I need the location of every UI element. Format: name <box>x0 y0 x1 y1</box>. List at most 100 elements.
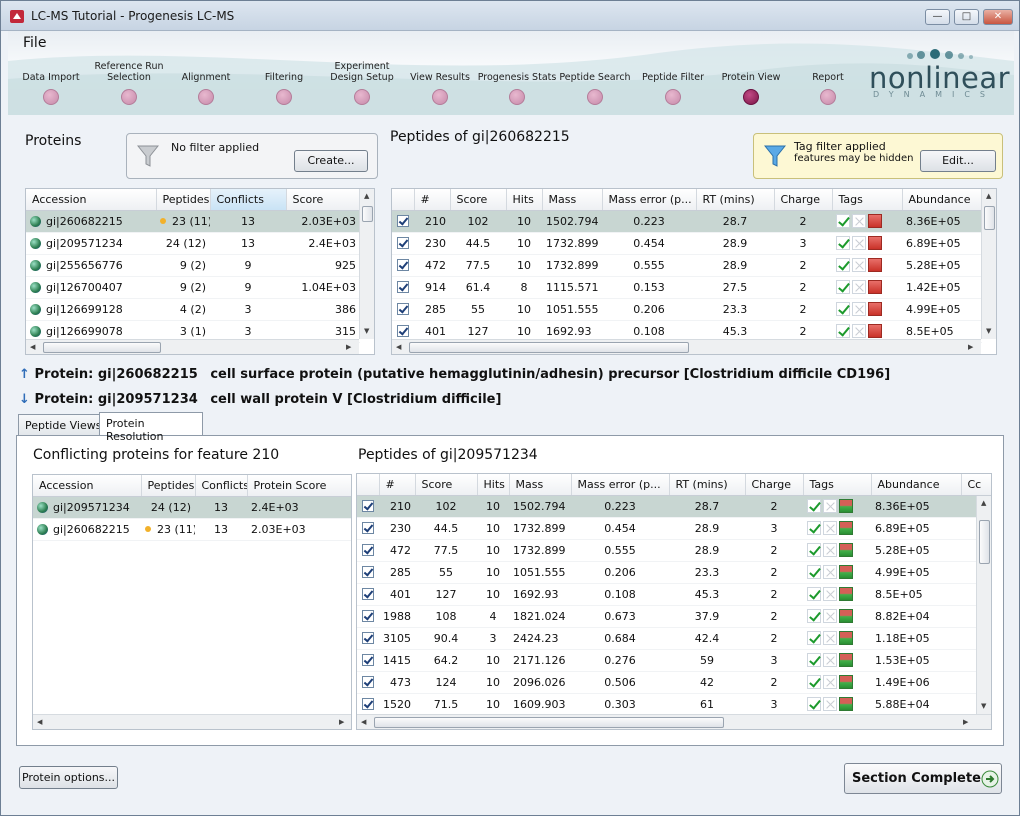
check-tag-icon[interactable] <box>807 609 821 623</box>
column-header[interactable]: Hits <box>477 474 510 496</box>
table-row[interactable]: gi|126699128 4 (2) 3 386 <box>26 298 360 321</box>
color-tag-icon[interactable] <box>839 543 853 557</box>
minimize-button[interactable]: — <box>925 9 950 25</box>
row-checkbox[interactable] <box>362 521 374 534</box>
column-header[interactable]: Tags <box>832 189 903 211</box>
column-header[interactable]: Charge <box>774 189 833 211</box>
row-checkbox[interactable] <box>397 214 409 227</box>
row-checkbox[interactable] <box>362 609 374 622</box>
check-tag-icon[interactable] <box>836 236 850 250</box>
column-header[interactable]: # <box>414 189 451 211</box>
lower-peptides-vscrollbar[interactable]: ▲ ▼ <box>976 496 991 714</box>
column-header[interactable]: Score <box>450 189 507 211</box>
proteins-vscrollbar[interactable]: ▲ ▼ <box>359 189 374 339</box>
column-header[interactable]: Cc <box>961 474 991 496</box>
row-checkbox[interactable] <box>362 631 374 644</box>
table-row[interactable]: gi|209571234 24 (12) 13 2.4E+03 <box>26 232 360 255</box>
cross-tag-icon[interactable] <box>823 609 837 623</box>
check-tag-icon[interactable] <box>836 324 850 338</box>
cross-tag-icon[interactable] <box>823 499 837 513</box>
workflow-step-dot[interactable] <box>820 89 836 105</box>
column-header[interactable]: Mass error (p... <box>602 189 697 211</box>
protein-options-button[interactable]: Protein options... <box>19 766 118 789</box>
table-row[interactable]: 472 77.5 10 1732.899 0.555 28.9 2 5.28E+05 <box>357 539 991 562</box>
column-header[interactable]: Accession <box>26 189 157 211</box>
cross-tag-icon[interactable] <box>823 653 837 667</box>
color-tag-icon[interactable] <box>839 631 853 645</box>
table-row[interactable]: 1988 108 4 1821.024 0.673 37.9 2 8.82E+04 <box>357 605 991 628</box>
color-tag-icon[interactable] <box>839 609 853 623</box>
column-header[interactable]: Tags <box>803 474 872 496</box>
column-header[interactable]: Mass <box>542 189 603 211</box>
workflow-step-dot[interactable] <box>509 89 525 105</box>
check-tag-icon[interactable] <box>836 280 850 294</box>
peptides-vscroll-thumb[interactable] <box>984 206 995 230</box>
workflow-step-dot[interactable] <box>354 89 370 105</box>
check-tag-icon[interactable] <box>836 302 850 316</box>
color-tag-icon[interactable] <box>868 214 882 228</box>
tab-protein-resolution[interactable]: Protein Resolution <box>99 412 203 443</box>
lower-peptides-hscrollbar[interactable]: ◀ ▶ <box>357 714 991 729</box>
workflow-step-dot[interactable] <box>121 89 137 105</box>
column-header[interactable]: Charge <box>745 474 804 496</box>
color-tag-icon[interactable] <box>868 280 882 294</box>
workflow-step-dot[interactable] <box>587 89 603 105</box>
check-tag-icon[interactable] <box>807 521 821 535</box>
column-header[interactable]: Score <box>415 474 478 496</box>
color-tag-icon[interactable] <box>839 521 853 535</box>
peptides-vscrollbar[interactable]: ▲ ▼ <box>981 189 996 339</box>
section-complete-button[interactable]: Section Complete <box>844 763 1002 794</box>
table-row[interactable]: 230 44.5 10 1732.899 0.454 28.9 3 6.89E+05 <box>357 517 991 540</box>
row-checkbox[interactable] <box>362 675 374 688</box>
row-checkbox[interactable] <box>362 499 374 512</box>
cross-tag-icon[interactable] <box>823 631 837 645</box>
check-tag-icon[interactable] <box>807 587 821 601</box>
cross-tag-icon[interactable] <box>823 697 837 711</box>
color-tag-icon[interactable] <box>868 302 882 316</box>
conflicting-hscrollbar[interactable]: ◀ ▶ <box>33 714 351 729</box>
check-tag-icon[interactable] <box>807 675 821 689</box>
color-tag-icon[interactable] <box>868 324 882 338</box>
cross-tag-icon[interactable] <box>852 214 866 228</box>
color-tag-icon[interactable] <box>868 236 882 250</box>
check-tag-icon[interactable] <box>807 499 821 513</box>
workflow-step-label[interactable]: Progenesis Stats <box>472 72 562 83</box>
cross-tag-icon[interactable] <box>823 565 837 579</box>
color-tag-icon[interactable] <box>868 258 882 272</box>
edit-tag-filter-button[interactable]: Edit... <box>920 150 996 172</box>
workflow-step-dot[interactable] <box>743 89 759 105</box>
column-header[interactable]: Abundance <box>902 189 983 211</box>
file-menu[interactable]: File <box>23 35 46 51</box>
table-row[interactable]: 401 127 10 1692.93 0.108 45.3 2 8.5E+05 <box>357 583 991 606</box>
check-tag-icon[interactable] <box>807 653 821 667</box>
workflow-step-dot[interactable] <box>198 89 214 105</box>
color-tag-icon[interactable] <box>839 587 853 601</box>
workflow-step-label[interactable]: Alignment <box>161 72 251 83</box>
workflow-step-dot[interactable] <box>665 89 681 105</box>
table-row[interactable]: 230 44.5 10 1732.899 0.454 28.9 3 6.89E+05 <box>392 232 982 255</box>
check-tag-icon[interactable] <box>807 543 821 557</box>
check-tag-icon[interactable] <box>807 697 821 711</box>
column-header[interactable]: RT (mins) <box>669 474 746 496</box>
workflow-step-label[interactable]: Filtering <box>239 72 329 83</box>
table-row[interactable]: gi|260682215 23 (11) 13 2.03E+03 <box>26 210 360 233</box>
column-header[interactable]: Peptides <box>156 189 211 211</box>
color-tag-icon[interactable] <box>839 499 853 513</box>
proteins-vscroll-thumb[interactable] <box>362 206 373 222</box>
cross-tag-icon[interactable] <box>852 302 866 316</box>
peptides-hscrollbar[interactable]: ◀ ▶ <box>392 339 981 354</box>
protein-line-previous[interactable]: ↑ Protein: gi|260682215 cell surface pro… <box>19 367 890 382</box>
table-row[interactable]: 3105 90.4 3 2424.23 0.684 42.4 2 1.18E+05 <box>357 627 991 650</box>
workflow-step-dot[interactable] <box>276 89 292 105</box>
row-checkbox[interactable] <box>362 565 374 578</box>
column-header[interactable]: Mass <box>509 474 572 496</box>
cross-tag-icon[interactable] <box>852 258 866 272</box>
workflow-step-label[interactable]: Peptide Filter <box>628 72 718 83</box>
column-header[interactable]: Hits <box>506 189 543 211</box>
column-header[interactable]: Conflicts <box>195 475 248 497</box>
cross-tag-icon[interactable] <box>823 521 837 535</box>
table-row[interactable]: 1415 64.2 10 2171.126 0.276 59 3 1.53E+05 <box>357 649 991 672</box>
proteins-hscrollbar[interactable]: ◀ ▶ <box>26 339 359 354</box>
peptides-hscroll-thumb[interactable] <box>409 342 689 353</box>
row-checkbox[interactable] <box>362 543 374 556</box>
